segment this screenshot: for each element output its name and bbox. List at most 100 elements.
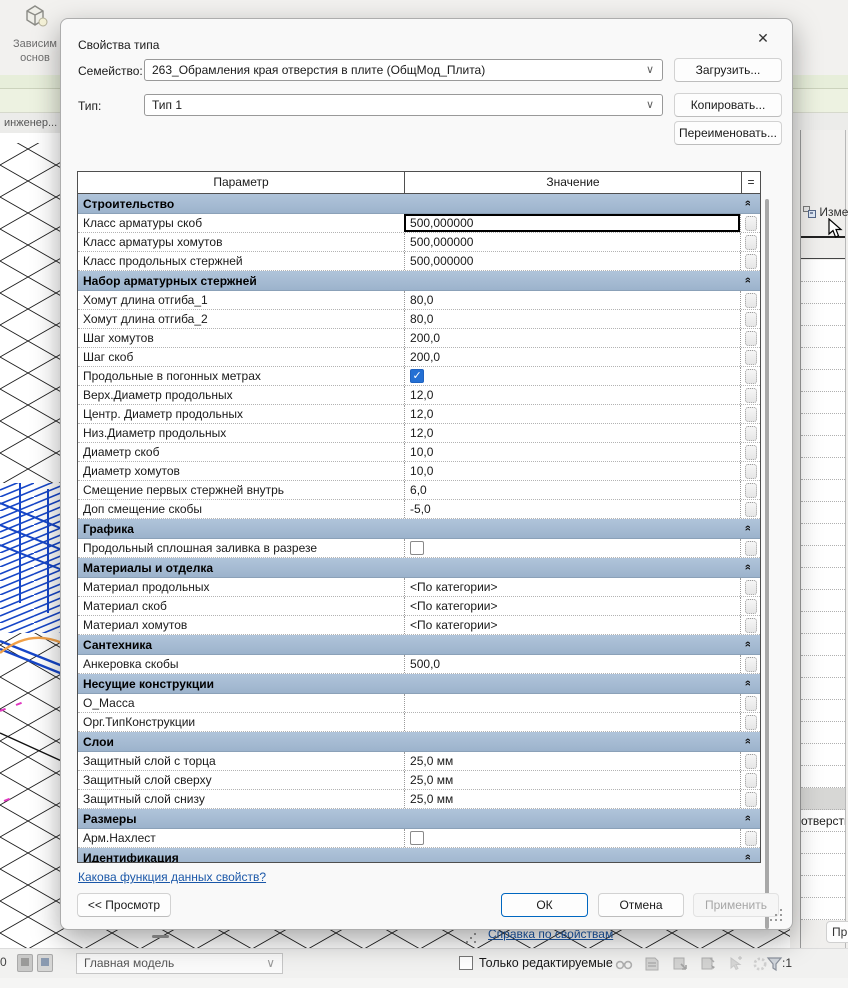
section-header[interactable]: Материалы и отделка » — [78, 558, 760, 578]
synchronize-icon[interactable] — [699, 955, 717, 973]
param-value[interactable]: 12,0 — [404, 386, 740, 404]
palette-apply-button[interactable]: При — [826, 921, 848, 943]
modify-button-fragment[interactable]: Измен — [803, 205, 848, 219]
collapse-chevron-icon[interactable]: » — [736, 678, 760, 690]
associate-param-button[interactable] — [744, 368, 757, 384]
param-value[interactable]: 12,0 — [404, 424, 740, 442]
cancel-button[interactable]: Отмена — [598, 893, 684, 917]
palette-resize-handle[interactable] — [152, 935, 169, 938]
family-dropdown[interactable]: 263_Обрамления края отверстия в плите (О… — [144, 59, 663, 81]
associate-param-button[interactable] — [744, 482, 757, 498]
apply-button[interactable]: Применить — [693, 893, 779, 917]
section-header[interactable]: Набор арматурных стержней » — [78, 271, 760, 291]
associate-param-button[interactable] — [744, 695, 757, 711]
section-header[interactable]: Строительство » — [78, 194, 760, 214]
associate-param-button[interactable] — [744, 753, 757, 769]
associate-param-button[interactable] — [744, 253, 757, 269]
associate-param-button[interactable] — [744, 617, 757, 633]
param-value[interactable]: 200,0 — [404, 348, 740, 366]
collapse-chevron-icon[interactable]: » — [736, 198, 760, 210]
associate-param-button[interactable] — [744, 425, 757, 441]
param-value[interactable]: 25,0 мм — [404, 752, 740, 770]
collapse-chevron-icon[interactable]: » — [736, 523, 760, 535]
associate-param-button[interactable] — [744, 791, 757, 807]
param-value[interactable]: 500,000000 — [404, 252, 740, 270]
section-header[interactable]: Идентификация » — [78, 848, 760, 863]
section-header[interactable]: Сантехника » — [78, 635, 760, 655]
dialog-resize-grip[interactable] — [770, 909, 784, 923]
param-value[interactable]: <По категории> — [404, 578, 740, 596]
associate-param-button[interactable] — [744, 830, 757, 846]
editable-only-checkbox[interactable] — [459, 956, 473, 970]
checkbox-unchecked[interactable] — [410, 541, 425, 555]
table-scrollbar[interactable] — [765, 199, 769, 929]
associate-param-button[interactable] — [744, 215, 757, 231]
section-header[interactable]: Слои » — [78, 732, 760, 752]
param-value[interactable]: 80,0 — [404, 310, 740, 328]
associate-param-button[interactable] — [744, 501, 757, 517]
section-header[interactable]: Размеры » — [78, 809, 760, 829]
status-icon-1[interactable] — [17, 954, 33, 972]
duplicate-button[interactable]: Копировать... — [674, 93, 782, 117]
view-tab-label[interactable]: инженер... — [4, 117, 57, 129]
associate-param-button[interactable] — [744, 714, 757, 730]
param-value[interactable]: 200,0 — [404, 329, 740, 347]
associate-param-button[interactable] — [744, 292, 757, 308]
collapse-chevron-icon[interactable]: » — [736, 852, 760, 863]
param-value[interactable]: 25,0 мм — [404, 790, 740, 808]
collapse-chevron-icon[interactable]: » — [736, 562, 760, 574]
associate-param-button[interactable] — [744, 444, 757, 460]
param-value[interactable]: <По категории> — [404, 597, 740, 615]
param-value[interactable]: -5,0 — [404, 500, 740, 518]
param-value[interactable]: 500,000000 — [404, 214, 741, 232]
type-dropdown[interactable]: Тип 1 ∨ — [144, 94, 663, 116]
help-link[interactable]: Какова функция данных свойств? — [78, 870, 266, 884]
collapse-chevron-icon[interactable]: » — [736, 736, 760, 748]
param-value[interactable]: <По категории> — [404, 616, 740, 634]
active-model-dropdown[interactable]: Главная модель ∨ — [76, 953, 283, 974]
param-value[interactable]: 500,000000 — [404, 233, 740, 251]
status-icon-2[interactable] — [37, 954, 53, 972]
param-value[interactable] — [404, 694, 740, 712]
param-value[interactable] — [404, 713, 740, 731]
associate-param-button[interactable] — [744, 579, 757, 595]
associate-param-button[interactable] — [744, 598, 757, 614]
associate-param-button[interactable] — [744, 406, 757, 422]
associate-param-button[interactable] — [744, 234, 757, 250]
param-value[interactable]: 12,0 — [404, 405, 740, 423]
collapse-chevron-icon[interactable]: » — [736, 813, 760, 825]
collapse-chevron-icon[interactable]: » — [736, 639, 760, 651]
checkbox-unchecked[interactable] — [410, 831, 425, 845]
param-value[interactable]: 25,0 мм — [404, 771, 740, 789]
param-column-header[interactable]: Параметр — [78, 172, 405, 193]
load-button[interactable]: Загрузить... — [674, 58, 782, 82]
param-value[interactable] — [404, 829, 740, 847]
section-header[interactable]: Несущие конструкции » — [78, 674, 760, 694]
associate-param-button[interactable] — [744, 330, 757, 346]
value-column-header[interactable]: Значение — [405, 172, 742, 193]
param-value[interactable] — [404, 539, 740, 557]
param-value[interactable]: 6,0 — [404, 481, 740, 499]
editing-requests-icon[interactable] — [643, 955, 661, 973]
associate-param-button[interactable] — [744, 463, 757, 479]
rename-button[interactable]: Переименовать... — [674, 121, 782, 145]
collapse-chevron-icon[interactable]: » — [736, 275, 760, 287]
param-value[interactable]: 10,0 — [404, 462, 740, 480]
associate-param-button[interactable] — [744, 387, 757, 403]
ok-button[interactable]: ОК — [501, 893, 588, 917]
worksets-icon[interactable] — [615, 955, 633, 973]
close-icon[interactable]: ✕ — [746, 25, 780, 51]
param-value[interactable]: 80,0 — [404, 291, 740, 309]
param-value[interactable]: ✓ — [404, 367, 740, 385]
associate-param-button[interactable] — [744, 540, 757, 556]
select-elements-icon[interactable] — [727, 955, 745, 973]
associate-param-button[interactable] — [744, 656, 757, 672]
ribbon-button-dependent[interactable]: Зависим основ — [4, 0, 66, 72]
associate-param-button[interactable] — [744, 311, 757, 327]
section-header[interactable]: Графика » — [78, 519, 760, 539]
checkbox-checked[interactable]: ✓ — [410, 369, 425, 383]
preview-button[interactable]: << Просмотр — [77, 893, 171, 917]
relinquish-icon[interactable] — [671, 955, 689, 973]
param-value[interactable]: 10,0 — [404, 443, 740, 461]
associate-param-button[interactable] — [744, 772, 757, 788]
